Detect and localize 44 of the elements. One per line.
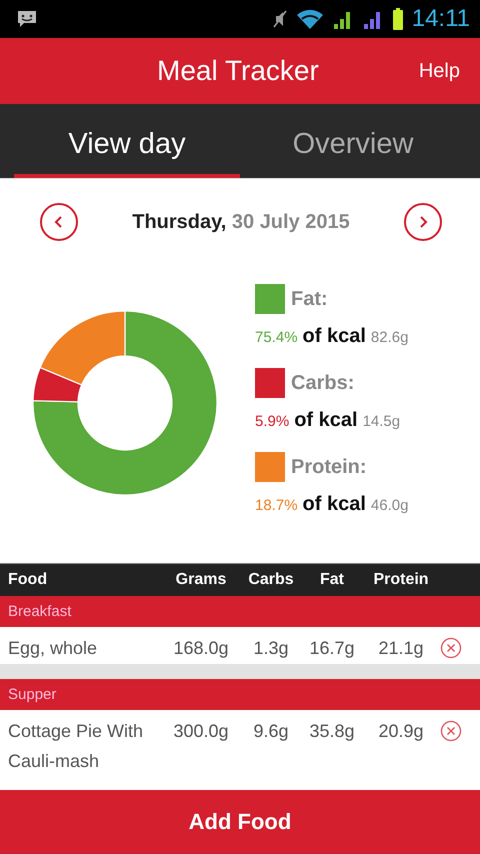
column-header: Food (7, 571, 48, 589)
grams-value: 82.6g (370, 329, 408, 346)
grams-value: 46.0g (370, 497, 408, 514)
table-cell-text: 168.0g (172, 637, 230, 660)
kcal-label: of kcal (302, 493, 366, 516)
tab[interactable]: View day (14, 104, 240, 178)
table-cell-text: Egg, whole (7, 637, 98, 660)
group-header: Supper (0, 679, 480, 710)
table-cell-text: 20.9g (377, 720, 425, 743)
next-day-button[interactable] (404, 203, 442, 241)
table-cell-text: 300.0g (172, 720, 230, 743)
table-cell-text: 9.6g (252, 720, 290, 743)
previous-day-button[interactable] (40, 203, 78, 241)
table-cell-text: 16.7g (308, 637, 356, 660)
help-button[interactable]: Help (418, 56, 460, 86)
table-cell-text: Cottage Pie With Cauli-mash (7, 720, 144, 773)
wifi-icon (296, 8, 324, 30)
legend-label: Carbs: (291, 372, 354, 394)
kcal-label: of kcal (302, 325, 366, 348)
tab[interactable]: Overview (240, 104, 466, 178)
group-header: Breakfast (0, 596, 480, 627)
app-title: Meal Tracker (157, 55, 319, 87)
percent-value: 5.9% (255, 413, 290, 430)
column-header: Grams (174, 571, 228, 589)
percent-value: 18.7% (255, 497, 298, 514)
mute-icon (272, 9, 288, 29)
table-cell-text: 1.3g (252, 637, 290, 660)
column-header: Protein (372, 571, 430, 589)
legend-label: Fat: (291, 288, 328, 310)
kcal-label: of kcal (294, 409, 358, 432)
message-icon (16, 9, 38, 29)
legend-label: Protein: (291, 456, 367, 478)
status-time: 14:11 (412, 5, 470, 33)
battery-icon (392, 7, 404, 31)
delete-icon[interactable] (440, 637, 462, 659)
column-header: Carbs (247, 571, 295, 589)
date-label: Thursday, 30 July 2015 (132, 210, 350, 234)
add-food-button[interactable]: Add Food (0, 790, 480, 854)
delete-icon[interactable] (440, 720, 462, 742)
percent-value: 75.4% (255, 329, 298, 346)
column-header: Fat (319, 571, 345, 589)
table-cell-text: 35.8g (308, 720, 356, 743)
table-cell-text: 21.1g (377, 637, 425, 660)
grams-value: 14.5g (362, 413, 400, 430)
